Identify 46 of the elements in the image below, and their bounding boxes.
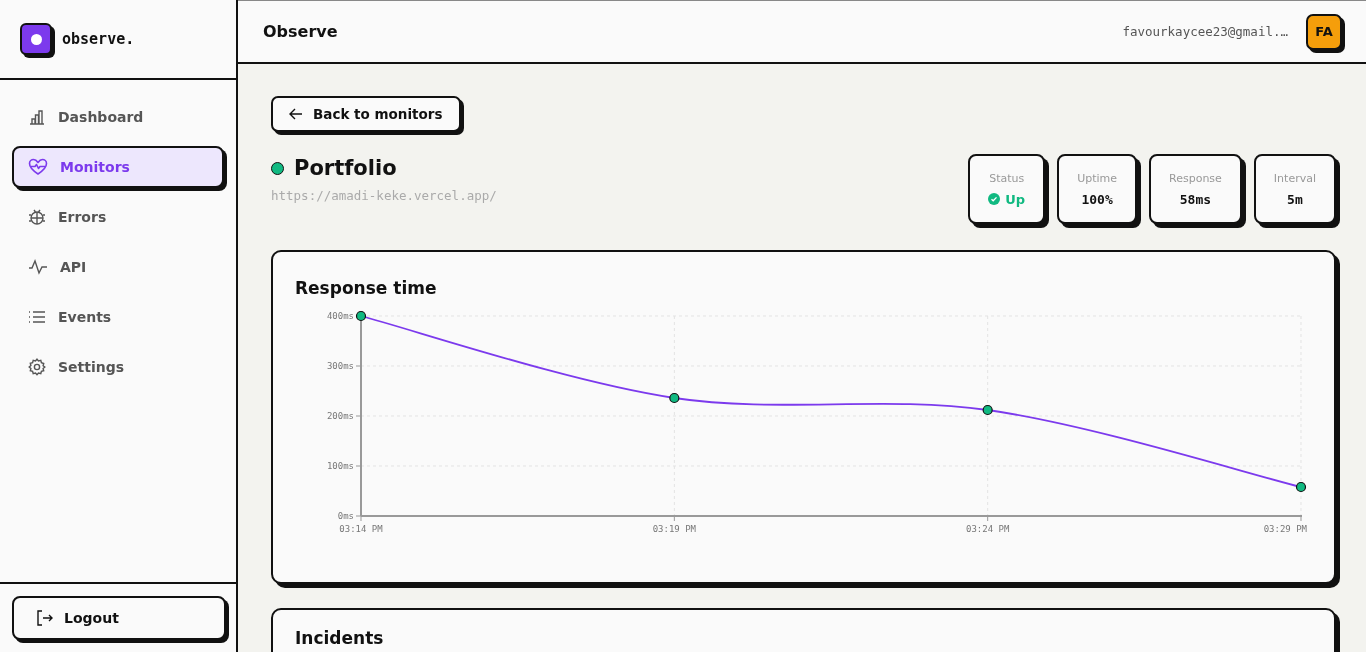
logout-icon bbox=[36, 609, 54, 627]
brand-name: observe. bbox=[62, 30, 135, 48]
stat-label: Response bbox=[1169, 171, 1222, 185]
y-tick-label: 400ms bbox=[326, 311, 354, 321]
nav-item[interactable]: Events bbox=[12, 296, 224, 338]
stat-value: 5m bbox=[1287, 191, 1303, 207]
user-avatar[interactable]: FA bbox=[1306, 13, 1342, 50]
y-tick-label: 200ms bbox=[326, 411, 354, 421]
x-tick-label: 03:24 PM bbox=[966, 524, 1010, 534]
heart-pulse-icon bbox=[28, 158, 48, 176]
back-button[interactable]: Back to monitors bbox=[271, 96, 461, 132]
nav-item[interactable]: Monitors bbox=[12, 146, 224, 188]
data-point bbox=[982, 404, 993, 416]
pulse-icon bbox=[28, 259, 48, 275]
y-tick-label: 0ms bbox=[337, 511, 354, 521]
settings-icon bbox=[28, 358, 46, 376]
stat-value: 100% bbox=[1081, 191, 1113, 207]
logout-button[interactable]: Logout bbox=[12, 596, 226, 640]
stat-label: Status bbox=[989, 171, 1025, 185]
nav-item[interactable]: Settings bbox=[12, 346, 224, 388]
nav-item[interactable]: API bbox=[12, 246, 224, 288]
page-title: Observe bbox=[263, 22, 338, 41]
y-tick-label: 100ms bbox=[326, 461, 354, 471]
bar-chart-icon bbox=[28, 108, 46, 126]
arrow-left-icon bbox=[289, 108, 303, 120]
list-icon bbox=[28, 309, 46, 325]
stat-label: Interval bbox=[1273, 171, 1316, 185]
x-tick-label: 03:29 PM bbox=[1263, 524, 1307, 534]
monitor-url: https://amadi-keke.vercel.app/ bbox=[271, 188, 497, 203]
stat-value: 58ms bbox=[1179, 191, 1212, 207]
data-point bbox=[669, 392, 680, 404]
stat-label: Uptime bbox=[1077, 171, 1117, 185]
nav-item[interactable]: Dashboard bbox=[12, 96, 224, 138]
stat-value: Up bbox=[1005, 191, 1026, 207]
monitor-name: Portfolio bbox=[294, 156, 397, 180]
x-tick-label: 03:19 PM bbox=[652, 524, 696, 534]
data-point bbox=[1295, 481, 1307, 493]
card-title: Incidents bbox=[295, 628, 385, 648]
user-email: favourkaycee23@gmail.… bbox=[1122, 24, 1288, 39]
nav-item[interactable]: Errors bbox=[12, 196, 224, 238]
bug-icon bbox=[28, 208, 46, 226]
y-tick-label: 300ms bbox=[326, 361, 354, 371]
logo-icon bbox=[20, 23, 52, 55]
data-point bbox=[355, 310, 367, 322]
x-tick-label: 03:14 PM bbox=[339, 524, 383, 534]
card-title: Response time bbox=[295, 278, 438, 298]
